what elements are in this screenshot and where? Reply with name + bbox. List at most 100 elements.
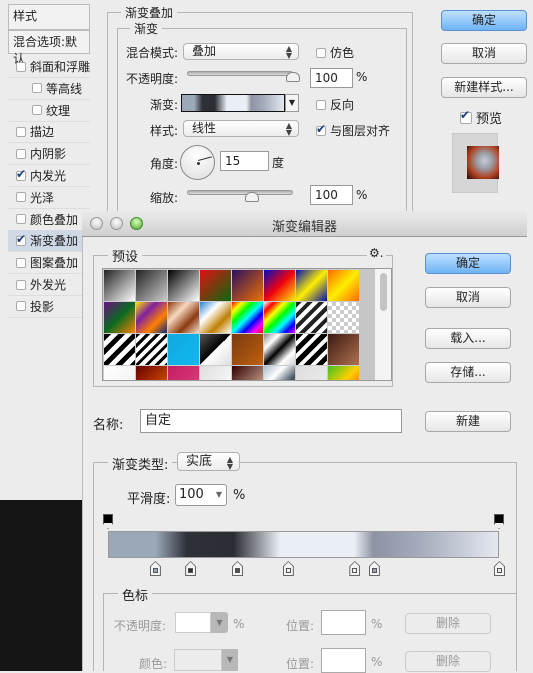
preset-swatch[interactable] <box>104 270 135 301</box>
preset-swatch[interactable] <box>296 270 327 301</box>
style-item[interactable]: 投影 <box>8 296 90 318</box>
name-input[interactable]: 自定 <box>140 409 402 433</box>
blend-options-item[interactable]: 混合选项:默认 <box>8 30 90 66</box>
preset-swatch[interactable] <box>296 302 327 333</box>
preset-swatch[interactable] <box>328 366 359 380</box>
new-style-button[interactable]: 新建样式... <box>441 77 527 98</box>
preset-swatch[interactable] <box>328 302 359 333</box>
preset-swatch[interactable] <box>232 334 263 365</box>
checkbox-checked-icon <box>460 108 472 124</box>
reverse-label: 反向 <box>330 98 355 112</box>
preset-swatch[interactable] <box>136 270 167 301</box>
smoothness-input[interactable]: 100 ▼ <box>175 484 227 506</box>
preset-swatch[interactable] <box>232 366 263 380</box>
preset-swatch[interactable] <box>168 270 199 301</box>
preset-swatch[interactable] <box>200 270 231 301</box>
style-item[interactable]: 图案叠加 <box>8 252 90 275</box>
preset-swatch[interactable] <box>168 366 199 380</box>
gear-icon[interactable]: ⚙. <box>367 246 386 260</box>
preset-swatch[interactable] <box>264 302 295 333</box>
reverse-checkbox[interactable]: 反向 <box>316 96 354 113</box>
align-layer-checkbox[interactable]: 与图层对齐 <box>316 122 390 139</box>
preset-swatch[interactable] <box>104 366 135 380</box>
load-button[interactable]: 载入... <box>425 328 511 349</box>
preset-swatch[interactable] <box>104 334 135 365</box>
checkbox-icon[interactable] <box>16 192 26 203</box>
scrollbar[interactable] <box>375 269 391 380</box>
style-item[interactable]: 等高线 <box>8 78 90 100</box>
preset-swatch[interactable] <box>168 334 199 365</box>
editor-ok-button[interactable]: 确定 <box>425 253 511 274</box>
gradient-preview-swatch[interactable] <box>181 94 285 112</box>
preview-checkbox[interactable]: 预览 <box>460 108 502 127</box>
angle-input[interactable]: 15 <box>220 151 269 171</box>
preset-swatch[interactable] <box>328 334 359 365</box>
delete-color-stop-button[interactable]: 删除 <box>405 651 491 672</box>
preset-swatch[interactable] <box>296 366 327 380</box>
preset-swatch[interactable] <box>104 302 135 333</box>
preset-swatch[interactable] <box>136 302 167 333</box>
gradient-dropdown-icon[interactable]: ▼ <box>285 94 299 112</box>
style-item[interactable]: 描边 <box>8 121 90 144</box>
opacity-slider[interactable] <box>187 71 293 76</box>
preset-swatch[interactable] <box>264 334 295 365</box>
checkbox-icon[interactable] <box>16 301 26 312</box>
dropdown-arrow-icon[interactable]: ▼ <box>211 612 228 633</box>
style-item[interactable]: 斜面和浮雕 <box>8 56 90 78</box>
checkbox-icon[interactable] <box>16 148 26 159</box>
gradient-type-select[interactable]: 实底 ▲ ▼ <box>177 452 240 471</box>
cancel-button[interactable]: 取消 <box>441 43 527 64</box>
stop-color-swatch[interactable] <box>174 649 222 671</box>
preset-swatch[interactable] <box>328 270 359 301</box>
blend-mode-select[interactable]: 叠加 ▲ ▼ <box>183 43 299 60</box>
preset-swatch[interactable] <box>232 270 263 301</box>
opacity-input[interactable]: 100 <box>310 68 353 88</box>
preset-swatch[interactable] <box>136 334 167 365</box>
scale-slider[interactable] <box>187 190 293 195</box>
preset-swatch[interactable] <box>232 302 263 333</box>
gradient-editor-titlebar[interactable]: 渐变编辑器 <box>82 211 527 237</box>
preset-swatch[interactable] <box>200 366 231 380</box>
preset-swatch[interactable] <box>296 334 327 365</box>
checkbox-icon[interactable] <box>16 61 26 72</box>
scrollbar-thumb[interactable] <box>380 273 387 311</box>
checkbox-icon[interactable] <box>16 279 26 290</box>
style-item[interactable]: 纹理 <box>8 100 90 122</box>
stop-opacity-input[interactable] <box>175 612 211 633</box>
color-position-input[interactable] <box>321 648 366 673</box>
checkbox-checked-icon[interactable] <box>16 167 26 181</box>
checkbox-icon[interactable] <box>16 257 26 268</box>
style-select[interactable]: 线性 ▲ ▼ <box>183 120 299 137</box>
editor-cancel-button[interactable]: 取消 <box>425 287 511 308</box>
checkbox-icon[interactable] <box>16 214 26 225</box>
checkbox-icon[interactable] <box>32 83 42 94</box>
preset-swatch[interactable] <box>200 334 231 365</box>
gradient-bar[interactable] <box>108 531 499 558</box>
style-item[interactable]: 内发光 <box>8 165 90 187</box>
presets-title: 预设 <box>108 246 143 265</box>
checkbox-icon[interactable] <box>32 105 42 116</box>
name-label: 名称: <box>93 418 124 433</box>
style-item[interactable]: 外发光 <box>8 274 90 296</box>
preset-swatch[interactable] <box>200 302 231 333</box>
style-item[interactable]: 内阴影 <box>8 143 90 166</box>
delete-opacity-stop-button[interactable]: 删除 <box>405 613 491 634</box>
preset-swatch[interactable] <box>168 302 199 333</box>
save-button[interactable]: 存储... <box>425 362 511 383</box>
style-item[interactable]: 光泽 <box>8 187 90 209</box>
angle-dial[interactable] <box>180 145 215 180</box>
style-item[interactable]: 渐变叠加 <box>8 230 82 253</box>
angle-unit: 度 <box>272 156 285 170</box>
dropdown-arrow-icon[interactable]: ▼ <box>222 649 238 671</box>
ok-button[interactable]: 确定 <box>441 10 527 31</box>
preset-swatch[interactable] <box>264 270 295 301</box>
new-gradient-button[interactable]: 新建 <box>425 411 511 432</box>
checkbox-checked-icon[interactable] <box>16 232 26 246</box>
scale-input[interactable]: 100 <box>310 185 353 205</box>
preset-swatch[interactable] <box>264 366 295 380</box>
style-item[interactable]: 颜色叠加 <box>8 209 90 231</box>
dither-checkbox[interactable]: 仿色 <box>316 44 354 61</box>
preset-swatch[interactable] <box>136 366 167 380</box>
opacity-position-input[interactable] <box>321 610 366 635</box>
checkbox-icon[interactable] <box>16 126 26 137</box>
